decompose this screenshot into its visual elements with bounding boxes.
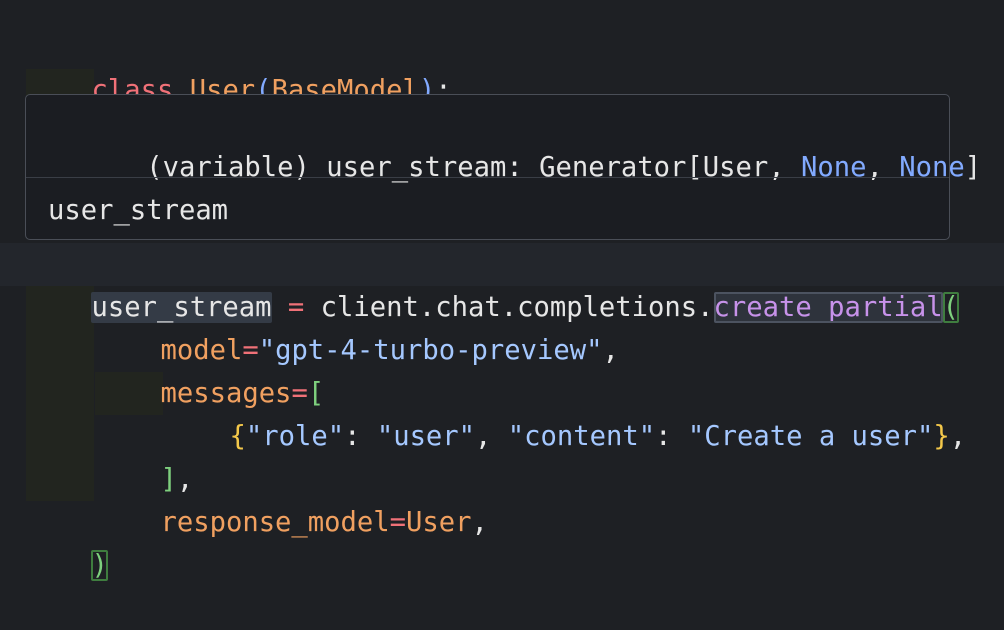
tooltip-comma: ,: [866, 152, 883, 183]
code-line-model-arg[interactable]: model="gpt-4-turbo-preview",: [95, 286, 618, 366]
tooltip-type-arg-user[interactable]: User: [703, 152, 768, 183]
tooltip-doc: user_stream: [48, 195, 229, 226]
tooltip-divider: [26, 177, 949, 178]
code-line-messages-arg[interactable]: messages=[: [95, 329, 324, 409]
dict-key-role[interactable]: "role": [246, 421, 344, 452]
dict-open-brace: {: [229, 421, 246, 452]
tooltip-kind: (variable): [146, 152, 310, 183]
tooltip-type-close: ]: [964, 152, 982, 183]
call-open-paren: (: [942, 292, 960, 323]
response-model-value[interactable]: User: [406, 507, 471, 538]
call-close-paren: ): [91, 550, 108, 581]
dict-key-content[interactable]: "content": [508, 421, 655, 452]
code-line-message-dict[interactable]: {"role": "user", "content": "Create a us…: [164, 372, 966, 452]
tooltip-comma: ,: [768, 152, 785, 183]
code-line-call-close[interactable]: ): [26, 501, 108, 581]
code-line-response-model-arg[interactable]: response_model=User,: [95, 458, 487, 538]
dict-value-user[interactable]: "user": [377, 421, 475, 452]
tooltip-type-open: [: [686, 152, 703, 183]
comma: ,: [471, 507, 488, 538]
method-create-partial[interactable]: create_partial: [713, 292, 943, 323]
param-response-model: response_model: [160, 507, 390, 538]
tooltip-var-name: user_stream: [326, 152, 507, 183]
code-line-class-def[interactable]: class User(BaseModel):: [26, 26, 451, 106]
code-line-assignment[interactable]: user_stream = client.chat.completions.cr…: [26, 243, 960, 323]
hover-tooltip[interactable]: (variable) user_stream: Generator[User, …: [25, 94, 981, 240]
colon: :: [344, 421, 361, 452]
comma: ,: [949, 421, 967, 452]
tooltip-signature: (variable) user_stream: Generator[User, …: [48, 105, 981, 183]
tooltip-type-generator[interactable]: Generator: [539, 152, 686, 183]
tooltip-type-arg-none: None: [899, 152, 965, 183]
comma: ,: [602, 335, 619, 366]
dict-value-content[interactable]: "Create a user": [688, 421, 934, 452]
code-editor[interactable]: class User(BaseModel): name: str user_st…: [0, 0, 1004, 581]
comma: ,: [475, 421, 492, 452]
code-line-list-close[interactable]: ],: [95, 415, 193, 495]
dict-close-brace: }: [933, 421, 950, 452]
colon: :: [655, 421, 672, 452]
equals: =: [389, 507, 407, 538]
tooltip-colon: :: [506, 152, 523, 183]
tooltip-type-arg-none: None: [801, 152, 867, 183]
